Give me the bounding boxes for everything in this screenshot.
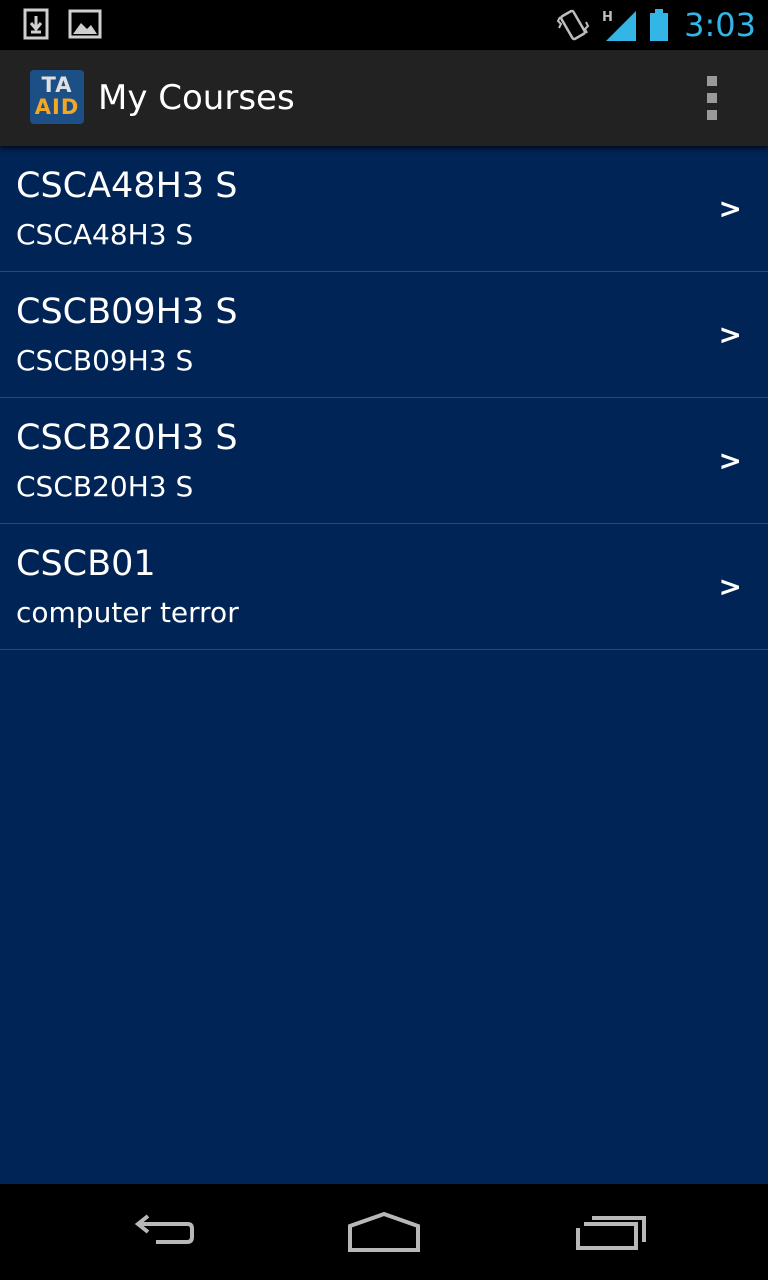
action-bar: TA AID My Courses: [0, 50, 768, 146]
overflow-menu-icon[interactable]: [696, 76, 728, 120]
course-code: CSCB20H3 S: [16, 418, 238, 458]
home-icon: [348, 1211, 420, 1252]
system-icons: H 3:03: [556, 0, 756, 50]
recents-button[interactable]: [572, 1208, 652, 1256]
course-name: CSCB09H3 S: [16, 344, 194, 377]
overflow-dot: [707, 110, 717, 120]
battery-icon: [650, 9, 669, 41]
recents-icon: [576, 1216, 646, 1250]
home-button[interactable]: [344, 1208, 424, 1256]
course-name: CSCB20H3 S: [16, 470, 194, 503]
signal-h-icon: H: [602, 10, 637, 41]
course-code: CSCB09H3 S: [16, 292, 238, 332]
chevron-right-icon: >: [718, 444, 742, 477]
svg-text:H: H: [602, 10, 613, 25]
course-row[interactable]: CSCB01 computer terror >: [0, 524, 768, 650]
navigation-bar: [0, 1184, 768, 1280]
chevron-right-icon: >: [718, 192, 742, 225]
overflow-dot: [707, 93, 717, 103]
back-icon: [134, 1214, 194, 1244]
course-name: CSCA48H3 S: [16, 218, 194, 251]
notification-icons: [22, 8, 102, 40]
download-icon: [23, 8, 49, 40]
course-name: computer terror: [16, 596, 239, 629]
course-row[interactable]: CSCB20H3 S CSCB20H3 S >: [0, 398, 768, 524]
course-code: CSCB01: [16, 544, 156, 584]
back-button[interactable]: [120, 1208, 200, 1256]
course-code: CSCA48H3 S: [16, 166, 238, 206]
clock: 3:03: [684, 6, 756, 44]
app-logo[interactable]: TA AID: [30, 70, 84, 124]
status-bar: H 3:03: [0, 0, 768, 50]
chevron-right-icon: >: [718, 570, 742, 603]
course-list: CSCA48H3 S CSCA48H3 S > CSCB09H3 S CSCB0…: [0, 146, 768, 1184]
logo-text-bottom: AID: [34, 95, 80, 119]
course-row[interactable]: CSCB09H3 S CSCB09H3 S >: [0, 272, 768, 398]
overflow-dot: [707, 76, 717, 86]
course-row[interactable]: CSCA48H3 S CSCA48H3 S >: [0, 146, 768, 272]
logo-text-top: TA: [41, 73, 73, 97]
image-icon: [68, 9, 102, 39]
page-title: My Courses: [98, 78, 295, 118]
chevron-right-icon: >: [718, 318, 742, 351]
vibrate-icon: [556, 9, 590, 41]
